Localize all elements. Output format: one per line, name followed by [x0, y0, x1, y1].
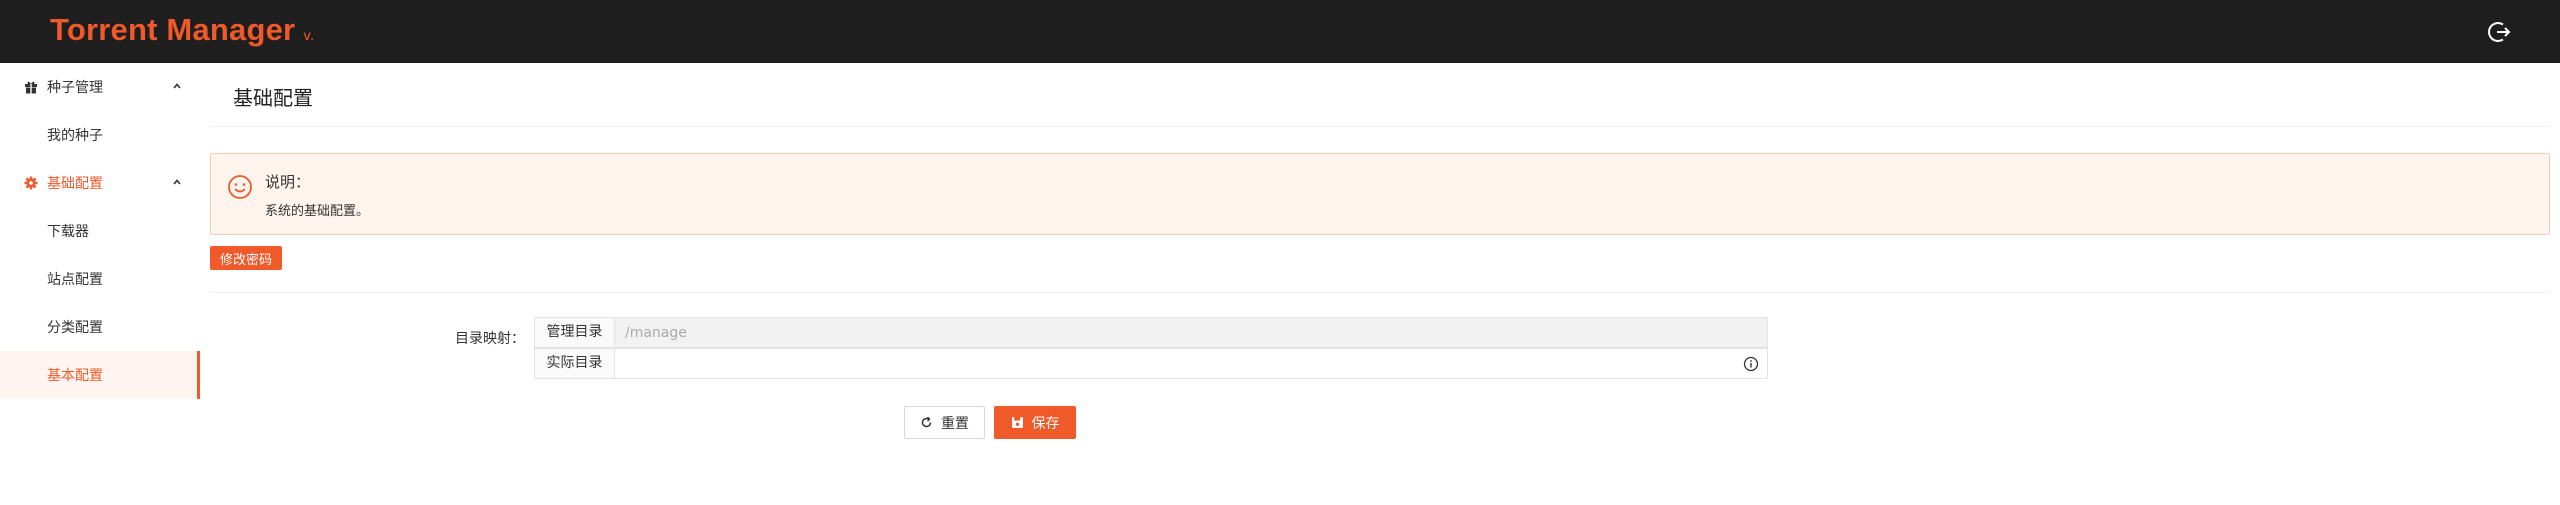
sidebar-item-label: 我的种子 [47, 128, 103, 144]
sidebar-group-torrents[interactable]: 种子管理 [0, 63, 200, 111]
sidebar-item-downloader[interactable]: 下载器 [0, 207, 200, 255]
divider [210, 292, 2550, 293]
notice-title: 说明： [265, 173, 311, 191]
sidebar: 种子管理 我的种子 基础配置 下载器 站点配置 分类配置 基本配置 [0, 63, 200, 505]
sidebar-group-label: 种子管理 [47, 80, 103, 96]
smile-icon [228, 175, 252, 199]
manage-dir-input[interactable] [615, 318, 1767, 347]
refresh-icon [921, 416, 932, 428]
sidebar-item-site-config[interactable]: 站点配置 [0, 255, 200, 303]
manage-dir-row: 管理目录 [534, 317, 1768, 348]
save-icon [1011, 417, 1023, 428]
divider [210, 126, 2550, 127]
chevron-up-icon [173, 83, 181, 89]
brand: Torrent Manager v. [50, 12, 314, 48]
sidebar-item-basic-settings[interactable]: 基本配置 [0, 351, 200, 399]
actual-dir-row: 实际目录 [534, 348, 1768, 379]
sidebar-group-label: 基础配置 [47, 176, 103, 192]
app-version: v. [303, 29, 315, 44]
manage-dir-addon: 管理目录 [535, 318, 615, 347]
page-title: 基础配置 [233, 86, 313, 110]
actual-dir-addon: 实际目录 [535, 349, 615, 378]
sidebar-item-label: 站点配置 [47, 272, 103, 288]
sidebar-item-label: 下载器 [47, 224, 89, 240]
save-button[interactable]: 保存 [994, 406, 1076, 439]
info-icon[interactable] [1743, 356, 1759, 372]
top-bar: Torrent Manager v. [0, 0, 2560, 63]
gift-icon [25, 81, 37, 94]
actual-dir-input[interactable] [615, 349, 1767, 378]
sidebar-item-label: 基本配置 [47, 368, 103, 384]
change-password-button[interactable]: 修改密码 [210, 246, 282, 270]
sidebar-item-category-config[interactable]: 分类配置 [0, 303, 200, 351]
notice-description: 系统的基础配置。 [265, 204, 370, 219]
sidebar-item-my-torrents[interactable]: 我的种子 [0, 111, 200, 159]
directory-mapping-label: 目录映射： [455, 331, 525, 347]
reset-button-label: 重置 [941, 415, 969, 432]
gear-icon [24, 176, 38, 190]
app-title: Torrent Manager [50, 12, 296, 47]
notice-box: 说明： 系统的基础配置。 [210, 153, 2550, 235]
save-button-label: 保存 [1031, 415, 1060, 432]
chevron-up-icon [173, 179, 181, 185]
sidebar-group-basic-config[interactable]: 基础配置 [0, 159, 200, 207]
sidebar-item-label: 分类配置 [47, 320, 103, 336]
reset-button[interactable]: 重置 [904, 406, 985, 439]
logout-icon[interactable] [2486, 19, 2512, 45]
